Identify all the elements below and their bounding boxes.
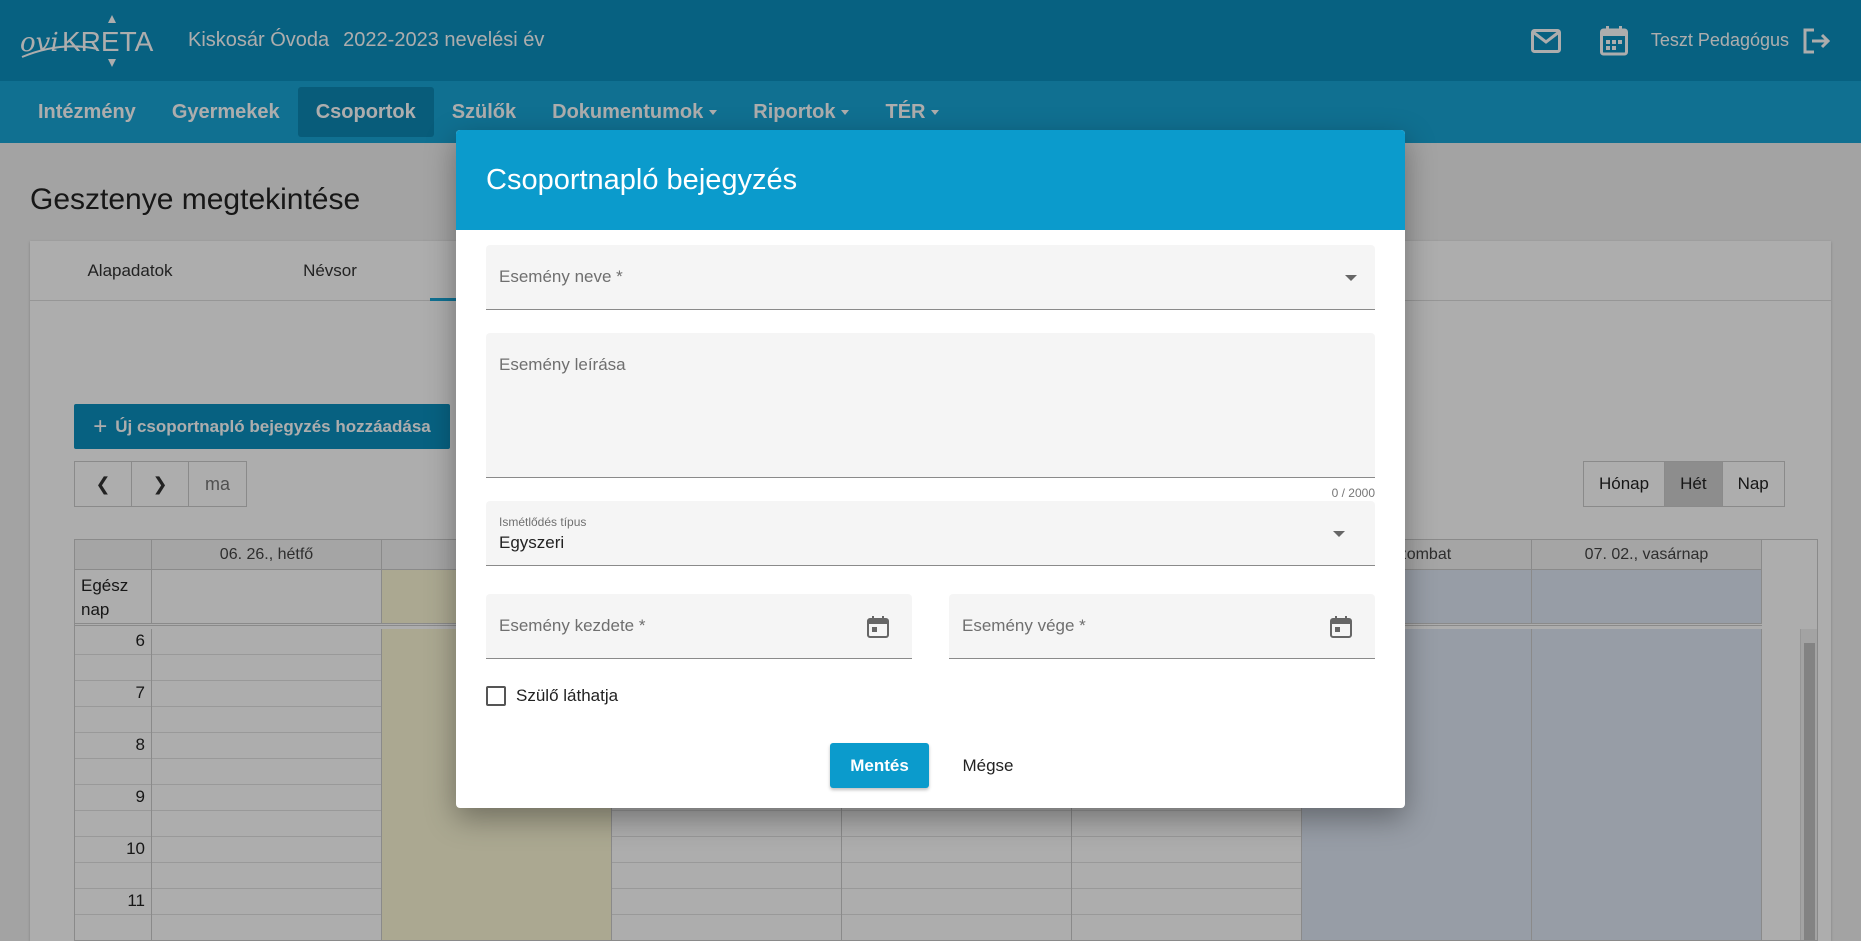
event-start-input[interactable]: Esemény kezdete * xyxy=(486,594,912,659)
parent-visible-checkbox[interactable] xyxy=(486,686,506,706)
parent-visible-row: Szülő láthatja xyxy=(486,686,618,706)
repeat-type-label: Ismétlődés típus xyxy=(499,515,587,529)
repeat-type-select[interactable]: Ismétlődés típus Egyszeri xyxy=(486,501,1375,566)
char-counter: 0 / 2000 xyxy=(1331,486,1375,500)
dialog-header: Csoportnapló bejegyzés xyxy=(456,130,1405,230)
dialog-title: Csoportnapló bejegyzés xyxy=(486,163,798,196)
event-description-textarea[interactable]: Esemény leírása xyxy=(486,333,1375,478)
cancel-button[interactable]: Mégse xyxy=(944,743,1032,788)
calendar-icon[interactable] xyxy=(866,615,890,639)
dropdown-arrow-icon xyxy=(1345,275,1357,281)
calendar-icon[interactable] xyxy=(1329,615,1353,639)
dropdown-arrow-icon xyxy=(1333,531,1345,537)
repeat-type-value: Egyszeri xyxy=(499,533,565,552)
event-end-input[interactable]: Esemény vége * xyxy=(949,594,1375,659)
group-diary-entry-dialog: Csoportnapló bejegyzés Esemény neve * Es… xyxy=(456,130,1405,808)
event-name-placeholder: Esemény neve * xyxy=(499,267,623,286)
event-end-placeholder: Esemény vége * xyxy=(962,616,1086,635)
event-description-placeholder: Esemény leírása xyxy=(499,355,626,374)
parent-visible-label[interactable]: Szülő láthatja xyxy=(516,686,618,706)
save-button[interactable]: Mentés xyxy=(830,743,929,788)
event-start-placeholder: Esemény kezdete * xyxy=(499,616,646,635)
event-name-select[interactable]: Esemény neve * xyxy=(486,245,1375,310)
